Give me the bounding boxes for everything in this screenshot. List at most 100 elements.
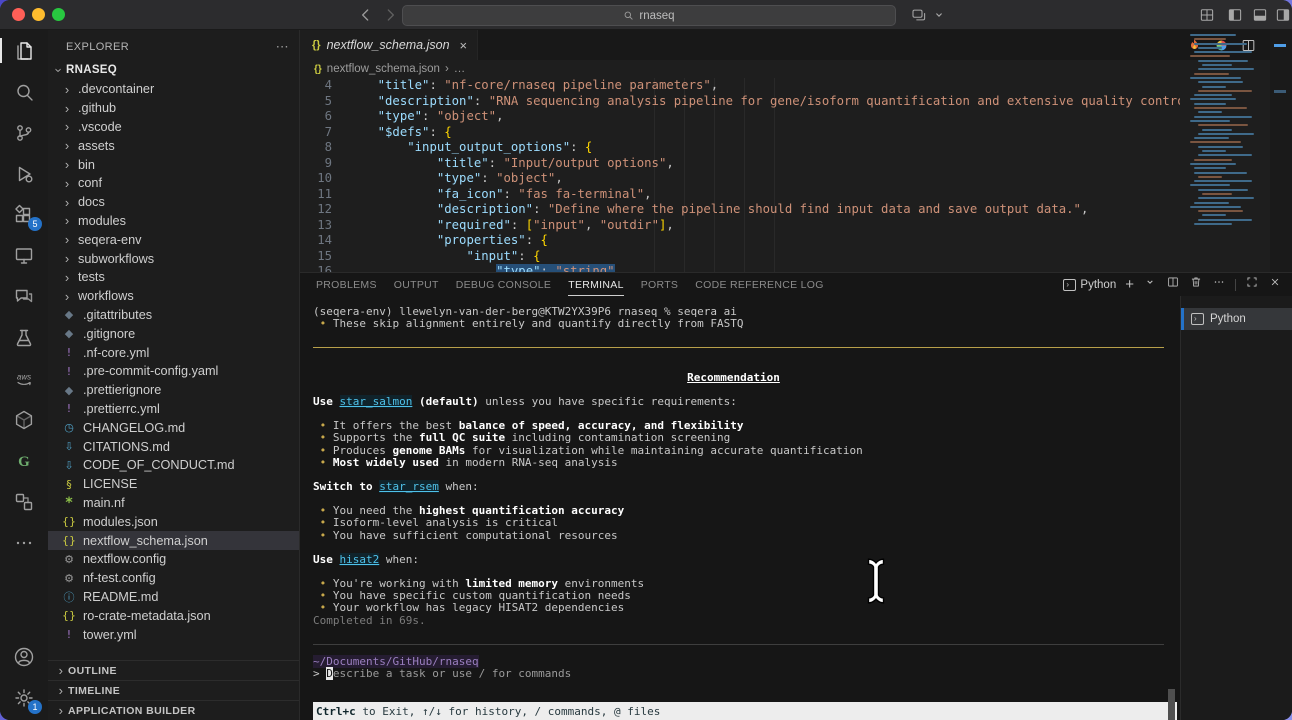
layout-grid-icon[interactable] — [1198, 6, 1216, 24]
minimap-row — [1198, 133, 1254, 135]
file-item-modules-json[interactable]: {}modules.json — [48, 512, 299, 531]
close-tab-icon[interactable]: × — [460, 38, 468, 53]
explorer-root-folder[interactable]: › RNASEQ — [48, 60, 299, 80]
chevron-down-icon[interactable] — [930, 6, 948, 24]
minimize-window-button[interactable] — [32, 8, 45, 21]
folder-item-assets[interactable]: ›assets — [48, 136, 299, 155]
chevron-right-icon: › — [60, 138, 74, 153]
file-item-changelog-md[interactable]: ◷CHANGELOG.md — [48, 418, 299, 437]
file-item--gitattributes[interactable]: ◆.gitattributes — [48, 306, 299, 325]
file-item--nf-core-yml[interactable]: !.nf-core.yml — [48, 343, 299, 362]
code-line: 6 "type": "object", — [300, 109, 1180, 125]
terminal-list-item-python[interactable]: › Python — [1181, 308, 1292, 330]
activity-remote-explorer-icon[interactable] — [0, 235, 48, 276]
code-editor[interactable]: 4 "title": "nf-core/rnaseq pipeline para… — [300, 78, 1180, 272]
activity-aws-icon[interactable]: aws — [0, 358, 48, 399]
zoom-window-button[interactable] — [52, 8, 65, 21]
folder-item-subworkflows[interactable]: ›subworkflows — [48, 249, 299, 268]
folder-item--github[interactable]: ›.github — [48, 99, 299, 118]
file-item-nf-test-config[interactable]: ⚙nf-test.config — [48, 569, 299, 588]
file-item--gitignore[interactable]: ◆.gitignore — [48, 324, 299, 343]
terminal-scrollbar[interactable] — [1168, 689, 1175, 720]
folder-item-seqera-env[interactable]: ›seqera-env — [48, 230, 299, 249]
panel-tab-problems[interactable]: PROBLEMS — [316, 279, 377, 291]
breadcrumb-more[interactable]: … — [454, 63, 466, 75]
minimap[interactable] — [1186, 34, 1270, 234]
panel-tab-code-reference-log[interactable]: CODE REFERENCE LOG — [695, 279, 824, 291]
back-arrow-icon[interactable] — [356, 5, 376, 25]
breadcrumb-file[interactable]: nextflow_schema.json — [327, 63, 440, 75]
activity-package-icon[interactable] — [0, 399, 48, 440]
breadcrumb[interactable]: {} nextflow_schema.json › … — [300, 60, 1292, 78]
activity-gitlens-icon[interactable]: G — [0, 440, 48, 481]
activity-accounts-icon[interactable] — [0, 636, 48, 677]
kill-terminal-icon[interactable] — [1189, 275, 1203, 294]
file-item-citations-md[interactable]: ⇩CITATIONS.md — [48, 437, 299, 456]
activity-extensions-icon[interactable]: 5 — [0, 194, 48, 235]
panel-tab-ports[interactable]: PORTS — [641, 279, 678, 291]
file-item-code-of-conduct-md[interactable]: ⇩CODE_OF_CONDUCT.md — [48, 456, 299, 475]
timeline-section[interactable]: ›TIMELINE — [48, 680, 299, 700]
folder-item--vscode[interactable]: ›.vscode — [48, 118, 299, 137]
terminal-output[interactable]: (seqera-env) llewelyn-van-der-berg@KTW2Y… — [300, 296, 1180, 720]
file-label: LICENSE — [83, 477, 137, 491]
titlebar-search[interactable]: rnaseq — [402, 5, 896, 26]
close-window-button[interactable] — [12, 8, 25, 21]
activity-chat-icon[interactable] — [0, 276, 48, 317]
file-item-nextflow-config[interactable]: ⚙nextflow.config — [48, 550, 299, 569]
file-item-readme-md[interactable]: ⓘREADME.md — [48, 588, 299, 607]
minimap-row — [1202, 64, 1232, 66]
folder-item-modules[interactable]: ›modules — [48, 212, 299, 231]
panel-tab-output[interactable]: OUTPUT — [394, 279, 439, 291]
folder-item-workflows[interactable]: ›workflows — [48, 287, 299, 306]
toggle-right-sidebar-icon[interactable] — [1274, 6, 1292, 24]
file-item-nextflow-schema-json[interactable]: {}nextflow_schema.json — [48, 531, 299, 550]
folder-item--devcontainer[interactable]: ›.devcontainer — [48, 80, 299, 99]
forward-arrow-icon[interactable] — [380, 5, 400, 25]
minimap-row — [1194, 43, 1247, 45]
file-item--prettierignore[interactable]: ◆.prettierignore — [48, 381, 299, 400]
new-terminal-button[interactable]: + — [1125, 278, 1134, 292]
chat-window-icon[interactable] — [910, 6, 928, 24]
tab-nextflow-schema[interactable]: {} nextflow_schema.json × — [300, 30, 478, 60]
file-item-ro-crate-metadata-json[interactable]: {}ro-crate-metadata.json — [48, 606, 299, 625]
ruler-mark — [1274, 44, 1286, 47]
line-number: 12 — [300, 202, 332, 218]
file-item--pre-commit-config-yaml[interactable]: !.pre-commit-config.yaml — [48, 362, 299, 381]
activity-source-control-icon[interactable] — [0, 112, 48, 153]
outline-section[interactable]: ›OUTLINE — [48, 660, 299, 680]
activity-settings-icon[interactable]: 1 — [0, 677, 48, 718]
panel-tab-debug-console[interactable]: DEBUG CONSOLE — [456, 279, 552, 291]
panel-more-icon[interactable] — [1212, 275, 1226, 294]
terminal-profile-button[interactable]: › Python — [1063, 279, 1116, 291]
file-label: CODE_OF_CONDUCT.md — [83, 458, 235, 472]
activity-search-icon[interactable] — [0, 71, 48, 112]
split-terminal-icon[interactable] — [1166, 275, 1180, 294]
folder-item-docs[interactable]: ›docs — [48, 193, 299, 212]
panel-tab-terminal[interactable]: TERMINAL — [568, 279, 624, 291]
activity-organization-icon[interactable] — [0, 481, 48, 522]
activity-run-debug-icon[interactable] — [0, 153, 48, 194]
file-item-main-nf[interactable]: *main.nf — [48, 494, 299, 513]
activity-testing-icon[interactable] — [0, 317, 48, 358]
folder-item-tests[interactable]: ›tests — [48, 268, 299, 287]
maximize-panel-icon[interactable] — [1245, 275, 1259, 294]
file-item-tower-yml[interactable]: !tower.yml — [48, 625, 299, 644]
activity-explorer-icon[interactable] — [0, 30, 48, 71]
close-panel-icon[interactable] — [1268, 275, 1282, 294]
file-item-license[interactable]: §LICENSE — [48, 475, 299, 494]
info-file-icon: ⓘ — [60, 589, 78, 605]
activity-more-views-icon[interactable] — [0, 522, 48, 563]
overview-ruler[interactable] — [1270, 30, 1292, 272]
folder-item-bin[interactable]: ›bin — [48, 155, 299, 174]
explorer-more-icon[interactable]: ⋯ — [276, 39, 289, 55]
terminal-dropdown-icon[interactable] — [1143, 275, 1157, 294]
minimap-row — [1190, 55, 1230, 57]
explorer-header: EXPLORER ⋯ — [48, 30, 299, 60]
application-builder-section[interactable]: ›APPLICATION BUILDER — [48, 700, 299, 720]
minimap-row — [1198, 197, 1254, 199]
file-item--prettierrc-yml[interactable]: !.prettierrc.yml — [48, 400, 299, 419]
folder-item-conf[interactable]: ›conf — [48, 174, 299, 193]
toggle-left-sidebar-icon[interactable] — [1226, 6, 1244, 24]
toggle-panel-icon[interactable] — [1251, 6, 1269, 24]
